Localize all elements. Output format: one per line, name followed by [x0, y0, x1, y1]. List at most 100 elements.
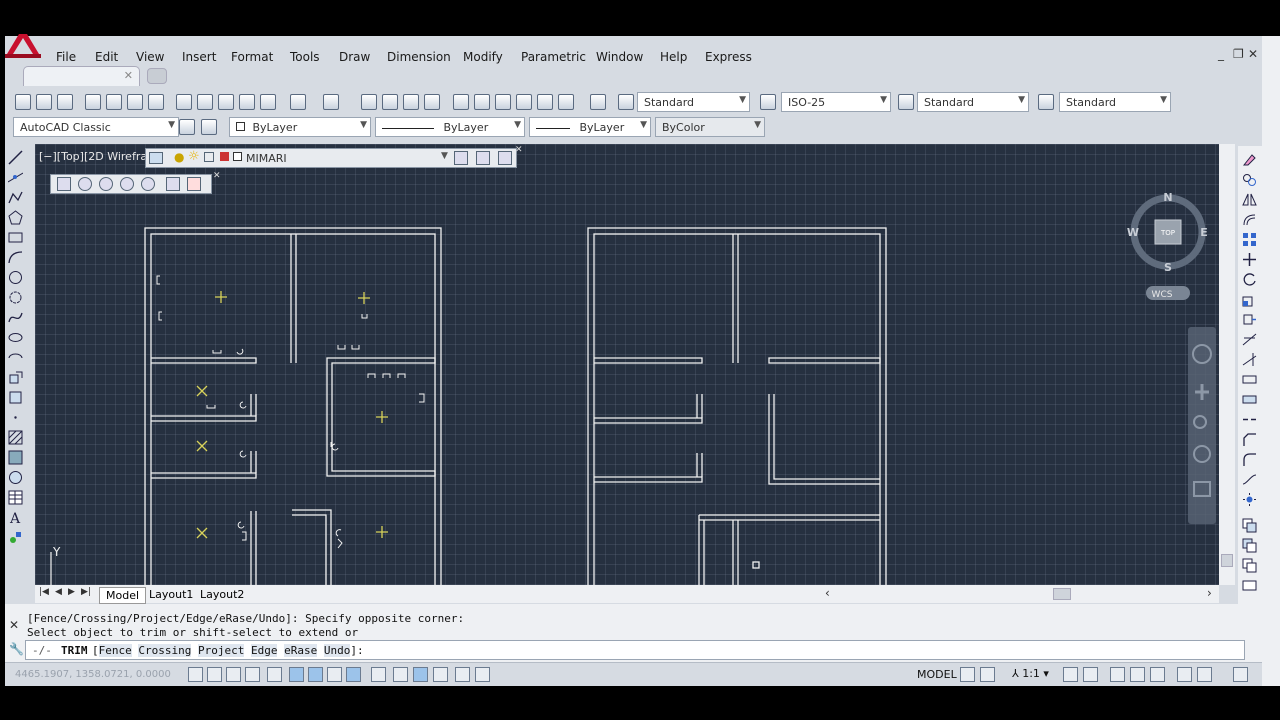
construction-line-icon[interactable] [8, 170, 23, 185]
plot-preview-icon[interactable] [106, 94, 122, 110]
properties-icon[interactable] [453, 94, 469, 110]
close-tab-icon[interactable]: ✕ [124, 69, 133, 82]
viewcube[interactable]: TOP N S E W WCS [1127, 191, 1208, 300]
design-center-icon[interactable] [474, 94, 490, 110]
polyline-icon[interactable] [8, 190, 23, 205]
multileader-style-select[interactable]: Standard ▼ [1059, 92, 1171, 112]
plot-icon[interactable] [85, 94, 101, 110]
tab-model[interactable]: Model [99, 587, 147, 604]
copy-object-icon[interactable] [1242, 172, 1257, 187]
hardware-acceleration-icon[interactable] [1177, 667, 1192, 682]
insert-block-icon[interactable] [8, 370, 23, 385]
circle-icon[interactable] [8, 270, 23, 285]
region-icon[interactable] [8, 470, 23, 485]
command-input[interactable]: -/- TRIM [Fence Crossing Project Edge eR… [25, 640, 1245, 660]
dynamic-ucs-icon[interactable] [346, 667, 361, 682]
tab-layout1[interactable]: Layout1 [143, 587, 199, 602]
menu-draw[interactable]: Draw [339, 50, 370, 64]
array-icon[interactable] [1242, 232, 1257, 247]
open-icon[interactable] [36, 94, 52, 110]
zoom-window-icon[interactable] [403, 94, 419, 110]
option-crossing[interactable]: Crossing [138, 644, 192, 657]
table-style-icon[interactable] [898, 94, 914, 110]
menu-parametric[interactable]: Parametric [521, 50, 586, 64]
close-window-button[interactable]: ✕ [1248, 47, 1258, 61]
stretch-icon[interactable] [1242, 312, 1257, 327]
ellipse-icon[interactable] [8, 330, 23, 345]
infer-constraints-icon[interactable] [188, 667, 203, 682]
annotation-visibility-icon[interactable] [1063, 667, 1078, 682]
make-block-icon[interactable] [8, 390, 23, 405]
copy-icon[interactable] [197, 94, 213, 110]
file-tab-drawing[interactable]: ✕ [23, 66, 140, 86]
menu-window[interactable]: Window [596, 50, 643, 64]
ortho-mode-icon[interactable] [245, 667, 260, 682]
multileader-style-icon[interactable] [1038, 94, 1054, 110]
rotate-icon[interactable] [1242, 272, 1257, 287]
ellipse-arc-icon[interactable] [8, 350, 23, 365]
scroll-right-icon[interactable]: › [1207, 586, 1212, 600]
menu-edit[interactable]: Edit [95, 50, 118, 64]
cursor-coordinates[interactable]: 4465.1907, 1358.0721, 0.0000 [15, 669, 171, 680]
help-icon[interactable] [590, 94, 606, 110]
extend-icon[interactable] [1242, 352, 1257, 367]
zoom-realtime-icon[interactable] [382, 94, 398, 110]
new-tab-button[interactable] [147, 68, 167, 84]
first-tab-icon[interactable]: |◀ [39, 587, 49, 597]
quickcalc-icon[interactable] [558, 94, 574, 110]
fillet-icon[interactable] [1242, 452, 1257, 467]
multiline-text-icon[interactable]: A [8, 510, 23, 525]
transparency-icon[interactable] [413, 667, 428, 682]
menu-format[interactable]: Format [231, 50, 273, 64]
performance-tuner-icon[interactable] [1197, 667, 1212, 682]
block-editor-icon[interactable] [260, 94, 276, 110]
blend-curves-icon[interactable] [1242, 472, 1257, 487]
hatch-icon[interactable] [8, 430, 23, 445]
add-selected-icon[interactable] [8, 530, 23, 545]
move-icon[interactable] [1242, 252, 1257, 267]
tab-layout2[interactable]: Layout2 [194, 587, 250, 602]
scroll-left-icon[interactable]: ‹ [825, 586, 830, 600]
drawing-area[interactable]: [−][Top][2D Wirefra ● ☼ MIMARI ▼ ✕ ✕ Y T… [35, 144, 1219, 585]
text-style-icon[interactable] [618, 94, 634, 110]
menu-modify[interactable]: Modify [463, 50, 503, 64]
save-icon[interactable] [57, 94, 73, 110]
grid-display-icon[interactable] [226, 667, 241, 682]
text-to-front-icon[interactable] [1242, 578, 1257, 593]
scale-icon[interactable] [1242, 292, 1257, 307]
draw-order-icon[interactable] [1242, 518, 1257, 533]
3d-object-snap-icon[interactable] [308, 667, 323, 682]
object-snap-icon[interactable] [289, 667, 304, 682]
option-undo[interactable]: Undo [323, 644, 351, 657]
plotstyle-select[interactable]: ByColor ▼ [655, 117, 765, 137]
menu-insert[interactable]: Insert [182, 50, 216, 64]
break-icon[interactable] [1242, 392, 1257, 407]
menu-view[interactable]: View [136, 50, 164, 64]
menu-express[interactable]: Express [705, 50, 752, 64]
polygon-icon[interactable] [8, 210, 23, 225]
option-project[interactable]: Project [197, 644, 245, 657]
quick-view-drawings-icon[interactable] [980, 667, 995, 682]
application-menu-icon[interactable] [5, 34, 41, 58]
menu-help[interactable]: Help [660, 50, 687, 64]
break-at-point-icon[interactable] [1242, 372, 1257, 387]
workspace-customize-icon[interactable] [201, 119, 217, 135]
dim-style-icon[interactable] [760, 94, 776, 110]
quick-properties-icon[interactable] [433, 667, 448, 682]
annotation-monitor-icon[interactable] [475, 667, 490, 682]
arc-icon[interactable] [8, 250, 23, 265]
horizontal-scroll-thumb[interactable] [1053, 588, 1071, 600]
cut-icon[interactable] [176, 94, 192, 110]
markup-icon[interactable] [537, 94, 553, 110]
match-properties-icon[interactable] [239, 94, 255, 110]
workspace-switching-icon[interactable] [1110, 667, 1125, 682]
dynamic-input-icon[interactable] [371, 667, 386, 682]
revcloud-icon[interactable] [8, 290, 23, 305]
table-style-select[interactable]: Standard ▼ [917, 92, 1029, 112]
minimize-button[interactable]: _ [1218, 47, 1224, 61]
isolate-objects-icon[interactable] [1150, 667, 1165, 682]
mirror-icon[interactable] [1242, 192, 1257, 207]
chamfer-icon[interactable] [1242, 432, 1257, 447]
paste-icon[interactable] [218, 94, 234, 110]
object-snap-tracking-icon[interactable] [327, 667, 342, 682]
